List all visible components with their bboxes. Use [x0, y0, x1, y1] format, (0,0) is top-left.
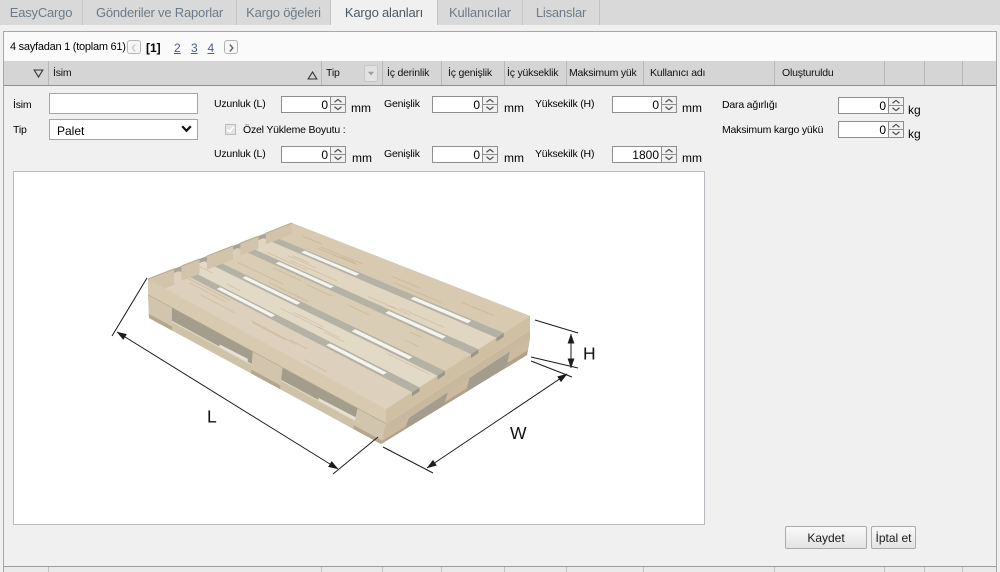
svg-text:L: L: [207, 407, 217, 427]
svg-text:W: W: [510, 423, 527, 443]
svg-text:H: H: [583, 344, 596, 364]
